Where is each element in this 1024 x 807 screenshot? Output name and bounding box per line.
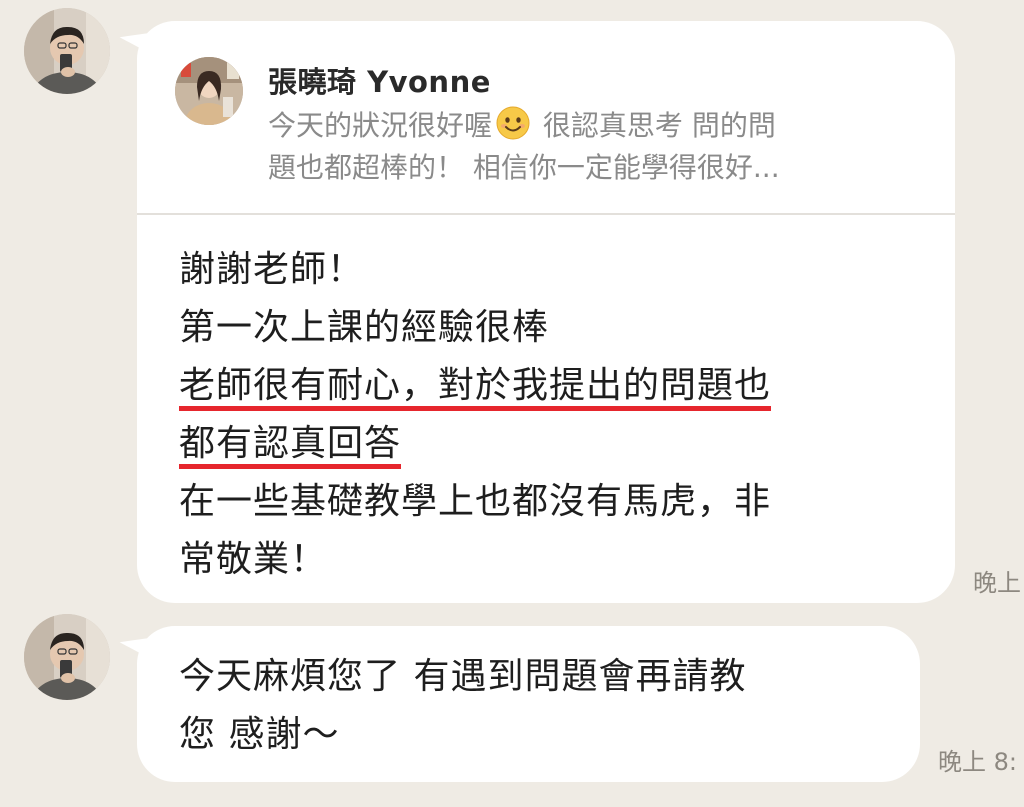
message-line: 常敬業！	[179, 539, 328, 580]
highlighted-text: 都有認真回答	[179, 423, 402, 469]
message-timestamp: 晚上	[973, 569, 1021, 597]
bubble-tail	[119, 638, 153, 664]
sender-avatar[interactable]	[24, 614, 110, 700]
message-text: 今天麻煩您了 有遇到問題會再請教 您 感謝～	[179, 648, 939, 764]
reply-sender-avatar	[175, 57, 243, 125]
reply-preview-segment: 今天的狀況很好喔	[268, 109, 493, 142]
reply-preview-line: 今天的狀況很好喔 很認真思考 問的問	[268, 105, 908, 147]
message-line: 謝謝老師！	[179, 249, 365, 290]
message-bubble[interactable]: 張曉琦 Yvonne 今天的狀況很好喔 很認真思考 問的問 題也都超棒的！ 相信…	[119, 21, 955, 603]
message-timestamp: 晚上 8:	[938, 748, 1017, 776]
message-line: 您 感謝～	[179, 714, 340, 755]
reply-preview-text: 今天的狀況很好喔 很認真思考 問的問 題也都超棒的！ 相信你一定能學得很好...	[268, 105, 908, 189]
smiling-face-emoji-icon	[496, 106, 530, 140]
reply-sender-name: 張曉琦 Yvonne	[268, 65, 491, 99]
highlighted-text: 老師很有耐心，對於我提出的問題也	[179, 365, 772, 411]
message-line: 今天麻煩您了 有遇到問題會再請教	[179, 656, 747, 697]
message-line: 在一些基礎教學上也都沒有馬虎，非	[179, 481, 772, 522]
reply-preview-segment: 很認真思考 問的問	[534, 109, 776, 142]
message-text: 謝謝老師！ 第一次上課的經驗很棒 老師很有耐心，對於我提出的問題也 都有認真回答…	[179, 241, 939, 589]
message-bubble[interactable]: 今天麻煩您了 有遇到問題會再請教 您 感謝～	[119, 626, 920, 782]
message-line: 老師很有耐心，對於我提出的問題也	[179, 357, 939, 415]
sender-avatar[interactable]	[24, 8, 110, 94]
message-line: 第一次上課的經驗很棒	[179, 307, 550, 348]
message-line: 都有認真回答	[179, 415, 939, 473]
reply-quote[interactable]: 張曉琦 Yvonne 今天的狀況很好喔 很認真思考 問的問 題也都超棒的！ 相信…	[137, 21, 955, 213]
reply-divider	[137, 213, 955, 215]
reply-preview-line: 題也都超棒的！ 相信你一定能學得很好...	[268, 151, 780, 184]
